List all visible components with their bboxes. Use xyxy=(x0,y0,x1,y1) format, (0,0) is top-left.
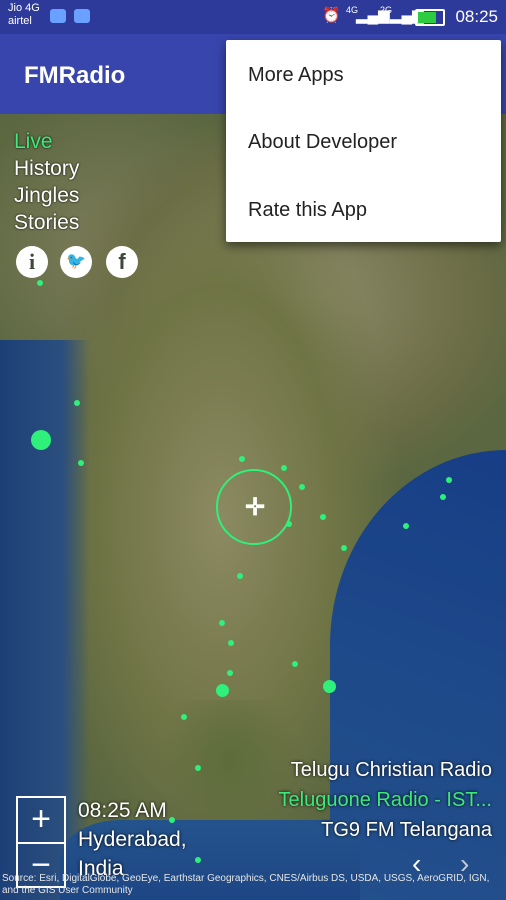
zoom-in-button[interactable]: + xyxy=(18,798,64,842)
category-nav: Live History Jingles Stories xyxy=(14,128,79,236)
station-item[interactable]: Telugu Christian Radio xyxy=(279,755,492,785)
station-marker[interactable] xyxy=(299,484,305,490)
station-marker[interactable] xyxy=(227,670,233,676)
station-marker[interactable] xyxy=(281,465,287,471)
carrier-label: Jio 4G airtel xyxy=(8,2,40,27)
station-marker[interactable] xyxy=(31,430,51,450)
station-marker[interactable] xyxy=(195,765,201,771)
status-time: 08:25 xyxy=(455,7,498,26)
nav-item-live[interactable]: Live xyxy=(14,128,79,155)
twitter-icon[interactable]: 🐦 xyxy=(60,246,92,278)
station-list: Telugu Christian Radio Teluguone Radio -… xyxy=(279,755,492,845)
station-marker[interactable] xyxy=(195,857,201,863)
station-marker[interactable] xyxy=(74,400,80,406)
menu-item-about-developer[interactable]: About Developer xyxy=(248,131,397,154)
station-marker[interactable] xyxy=(216,684,229,697)
station-marker[interactable] xyxy=(323,680,336,693)
app-title: FMRadio xyxy=(24,62,126,89)
station-marker[interactable] xyxy=(403,523,409,529)
station-marker[interactable] xyxy=(341,545,347,551)
battery-icon xyxy=(415,9,445,26)
station-marker[interactable] xyxy=(37,280,43,286)
nav-item-history[interactable]: History xyxy=(14,155,79,182)
station-marker[interactable] xyxy=(237,573,243,579)
map-attribution: Source: Esri, DigitalGlobe, GeoEye, Eart… xyxy=(2,873,490,896)
station-marker[interactable] xyxy=(320,514,326,520)
station-marker[interactable] xyxy=(292,661,298,667)
info-icon[interactable]: i xyxy=(16,246,48,278)
station-marker[interactable] xyxy=(219,620,225,626)
menu-item-more-apps[interactable]: More Apps xyxy=(248,64,344,87)
alarm-icon: ⏰ xyxy=(322,7,341,24)
station-item[interactable]: TG9 FM Telangana xyxy=(279,815,492,845)
station-marker[interactable] xyxy=(440,494,446,500)
local-time: 08:25 AM xyxy=(78,799,167,822)
crosshair-plus-icon: ✛ xyxy=(245,494,266,521)
status-bar: Jio 4G airtel ⏰ 4G ▂▄▆ 2G ▂▄▆ 08:25 xyxy=(0,0,506,34)
station-marker[interactable] xyxy=(239,456,245,462)
menu-item-rate-app[interactable]: Rate this App xyxy=(248,199,367,222)
facebook-icon[interactable]: f xyxy=(106,246,138,278)
station-marker[interactable] xyxy=(446,477,452,483)
overflow-menu: More Apps About Developer Rate this App xyxy=(226,40,501,242)
station-marker[interactable] xyxy=(228,640,234,646)
city-name: Hyderabad, xyxy=(78,828,187,851)
image-notification-icon xyxy=(74,9,90,23)
message-notification-icon xyxy=(50,9,66,23)
station-marker[interactable] xyxy=(78,460,84,466)
nav-item-stories[interactable]: Stories xyxy=(14,209,79,236)
station-item-current[interactable]: Teluguone Radio - IST... xyxy=(279,785,492,815)
location-info: 08:25 AM Hyderabad, India xyxy=(78,796,187,883)
nav-item-jingles[interactable]: Jingles xyxy=(14,182,79,209)
station-marker[interactable] xyxy=(181,714,187,720)
